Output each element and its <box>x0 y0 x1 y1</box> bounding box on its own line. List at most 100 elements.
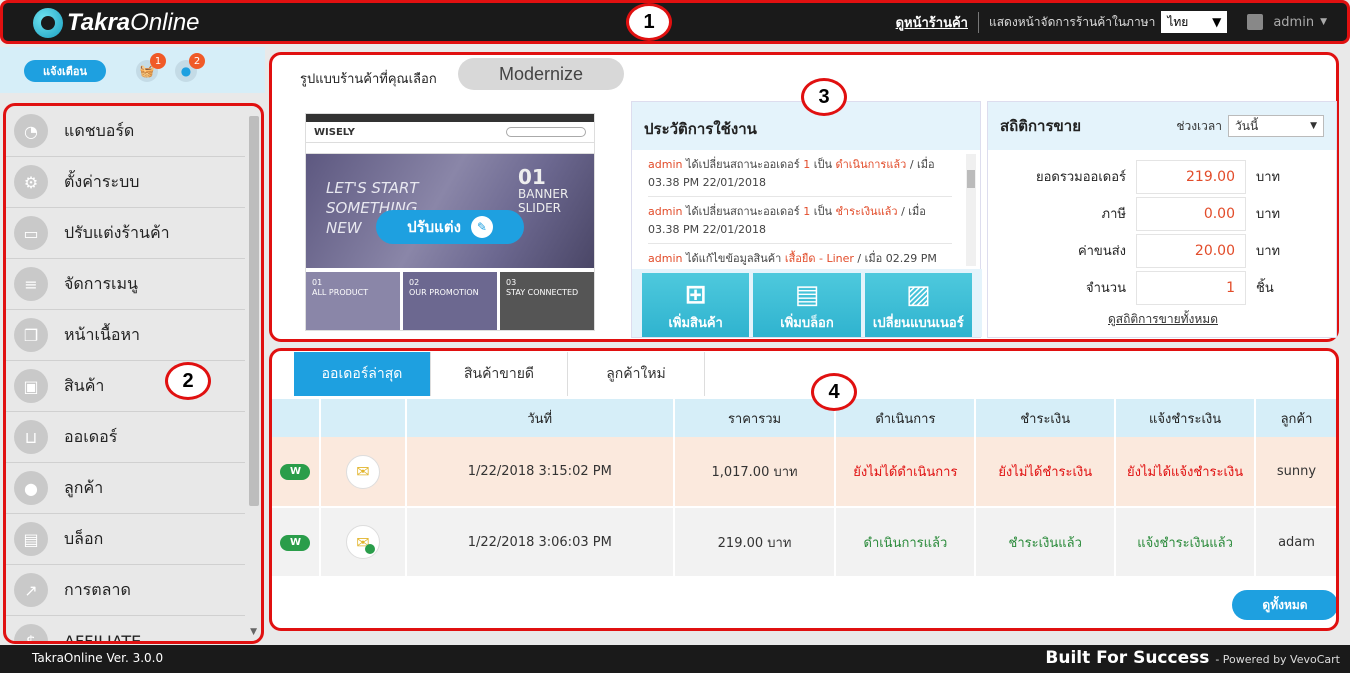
preview-tile: 03 STAY CONNECTED <box>500 272 594 330</box>
activity-history: ประวัติการใช้งาน admin ได้เปลี่ยนสถานะออ… <box>631 101 982 338</box>
sidebar-item-orders[interactable]: ⊔ ออเดอร์ <box>6 412 245 463</box>
annotation-2: 2 <box>165 362 211 400</box>
preview-topline <box>306 114 594 122</box>
column-header <box>272 399 321 437</box>
theme-name: Modernize <box>458 58 624 90</box>
cart-count-badge: 1 <box>150 53 166 69</box>
sidebar-item-label: หน้าเนื้อหา <box>64 324 141 344</box>
order-payment-status: ชำระเงินแล้ว <box>975 507 1117 578</box>
order-notify-status: ยังไม่ได้แจ้งชำระเงิน <box>1115 437 1256 508</box>
tab-new-customers[interactable]: ลูกค้าใหม่ <box>568 352 705 396</box>
admin-dashboard: TakraOnline ดูหน้าร้านค้า แสดงหน้าจัดการ… <box>0 0 1350 673</box>
logo-mark-icon <box>33 8 63 38</box>
stats-header: สถิติการขาย ช่วงเวลา วันนี้ ▼ <box>988 102 1336 150</box>
chart-icon: ↗ <box>14 573 48 607</box>
sidebar-item-label: การตลาด <box>64 579 131 599</box>
scroll-down-icon[interactable]: ▼ <box>250 627 257 637</box>
basket-icon: ⊔ <box>14 420 48 454</box>
check-icon <box>364 544 375 554</box>
top-bar: TakraOnline ดูหน้าร้านค้า แสดงหน้าจัดการ… <box>0 0 1350 44</box>
customize-button[interactable]: ปรับแต่ง ✎ <box>376 210 524 244</box>
logo-text: TakraOnline <box>67 9 200 36</box>
table-row[interactable]: W ✉ 1/22/2018 3:15:02 PM 1,017.00 บาท ยั… <box>272 437 1336 508</box>
box-icon: ▣ <box>14 369 48 403</box>
logo[interactable]: TakraOnline <box>33 7 200 39</box>
orders-table: วันที่ ราคารวม ดำเนินการ ชำระเงิน แจ้งชำ… <box>272 399 1336 578</box>
sidebar-scrollbar[interactable] <box>249 116 259 506</box>
tab-latest-orders[interactable]: ออเดอร์ล่าสุด <box>294 352 431 396</box>
add-blog-icon: ▤ <box>794 280 820 310</box>
sidebar-item-label: ออเดอร์ <box>64 426 118 446</box>
user-name[interactable]: admin <box>1273 15 1314 30</box>
language-select[interactable]: ไทย ▼ <box>1161 11 1228 33</box>
add-blog-button[interactable]: ▤ เพิ่มบล็อก <box>753 273 861 337</box>
add-product-icon: ⊞ <box>684 280 707 310</box>
stat-value: 20.00 <box>1136 233 1246 268</box>
add-product-button[interactable]: ⊞ เพิ่มสินค้า <box>642 273 750 337</box>
view-all-orders-button[interactable]: ดูทั้งหมด <box>1232 590 1336 620</box>
annotation-3: 3 <box>801 78 847 116</box>
user-menu-caret-icon[interactable]: ▼ <box>1320 17 1327 27</box>
top-right-controls: ดูหน้าร้านค้า แสดงหน้าจัดการร้านค้าในภาษ… <box>896 3 1327 41</box>
user-notification-button[interactable]: ● 2 <box>175 53 205 82</box>
order-customer: sunny <box>1255 437 1336 508</box>
column-header: ราคารวม <box>673 399 837 437</box>
sidebar-item-menus[interactable]: ≡ จัดการเมนู <box>6 259 245 310</box>
table-row[interactable]: W ✉ 1/22/2018 3:06:03 PM 219.00 บาท ดำเน… <box>272 507 1336 578</box>
preview-brand: WISELY <box>314 126 355 138</box>
order-customer: adam <box>1255 507 1336 578</box>
column-header: ดำเนินการ <box>835 399 977 437</box>
stat-value: 0.00 <box>1136 196 1246 231</box>
sidebar-item-customers[interactable]: ● ลูกค้า <box>6 463 245 514</box>
source-badge: W <box>280 464 311 480</box>
change-banner-button[interactable]: ▨ เปลี่ยนแบนเนอร์ <box>864 273 972 337</box>
sidebar-item-dashboard[interactable]: ◔ แดชบอร์ด <box>6 106 245 157</box>
sidebar-item-customize-store[interactable]: ▭ ปรับแต่งร้านค้า <box>6 208 245 259</box>
sidebar-item-label: ลูกค้า <box>64 477 104 497</box>
history-scrollbar[interactable] <box>966 154 976 266</box>
history-list: admin ได้เปลี่ยนสถานะออเดอร์ 1 เป็น ดำเน… <box>632 150 980 268</box>
notify-button[interactable]: แจ้งเตือน <box>24 60 106 82</box>
column-header: วันที่ <box>405 399 675 437</box>
history-entry: admin ได้แก้ไขข้อมูลสินค้า เสื้อยืด - Li… <box>648 244 952 268</box>
order-notify-status: แจ้งชำระเงินแล้ว <box>1115 507 1256 578</box>
quick-actions: ⊞ เพิ่มสินค้า ▤ เพิ่มบล็อก ▨ เปลี่ยนแบนเ… <box>632 269 982 337</box>
column-header <box>319 399 407 437</box>
dashboard-icon: ◔ <box>14 114 48 148</box>
column-header: แจ้งชำระเงิน <box>1115 399 1256 437</box>
orders-tabs: ออเดอร์ล่าสุด สินค้าขายดี ลูกค้าใหม่ <box>294 352 705 396</box>
sidebar-item-affiliate[interactable]: $ AFFILIATE <box>6 616 245 641</box>
user-count-badge: 2 <box>189 53 205 69</box>
period-select[interactable]: วันนี้ ▼ <box>1228 115 1324 137</box>
orders-panel: ออเดอร์ล่าสุด สินค้าขายดี ลูกค้าใหม่ วัน… <box>269 348 1339 631</box>
preview-tile: 02 OUR PROMOTION <box>403 272 497 330</box>
sidebar-item-marketing[interactable]: ↗ การตลาด <box>6 565 245 616</box>
storefront-link[interactable]: ดูหน้าร้านค้า <box>896 11 979 33</box>
stats-title: สถิติการขาย <box>1000 117 1082 135</box>
stat-row-total: ยอดรวมออเดอร์ 219.00 บาท <box>988 158 1338 195</box>
period-label: ช่วงเวลา <box>1176 118 1222 133</box>
preview-tile: 01 ALL PRODUCT <box>306 272 400 330</box>
history-entry: admin ได้เปลี่ยนสถานะออเดอร์ 1 เป็น ดำเน… <box>648 150 952 197</box>
preview-search-icon <box>506 127 586 137</box>
stat-row-shipping: ค่าขนส่ง 20.00 บาท <box>988 232 1338 269</box>
view-all-stats-link[interactable]: ดูสถิติการขายทั้งหมด <box>988 310 1338 329</box>
sidebar-item-blog[interactable]: ▤ บล็อก <box>6 514 245 565</box>
preview-banner-label: 01 BANNER SLIDER <box>518 165 569 215</box>
column-header: ลูกค้า <box>1255 399 1336 437</box>
order-payment-status: ยังไม่ได้ชำระเงิน <box>975 437 1117 508</box>
dollar-icon: $ <box>14 624 48 641</box>
sidebar-item-settings[interactable]: ⚙ ตั้งค่าระบบ <box>6 157 245 208</box>
sidebar-item-label: แดชบอร์ด <box>64 120 135 140</box>
sidebar-item-label: บล็อก <box>64 528 104 548</box>
tab-best-sellers[interactable]: สินค้าขายดี <box>431 352 568 396</box>
pages-icon: ❐ <box>14 318 48 352</box>
user-avatar-icon[interactable] <box>1247 14 1264 30</box>
cart-notification-button[interactable]: 🧺 1 <box>136 53 166 82</box>
order-date: 1/22/2018 3:06:03 PM <box>405 507 675 578</box>
sidebar-item-pages[interactable]: ❐ หน้าเนื้อหา <box>6 310 245 361</box>
column-header: ชำระเงิน <box>975 399 1117 437</box>
table-header-row: วันที่ ราคารวม ดำเนินการ ชำระเงิน แจ้งชำ… <box>272 399 1336 437</box>
order-process-status: ยังไม่ได้ดำเนินการ <box>835 437 977 508</box>
preview-tiles: 01 ALL PRODUCT 02 OUR PROMOTION 03 STAY CON… <box>306 268 594 330</box>
